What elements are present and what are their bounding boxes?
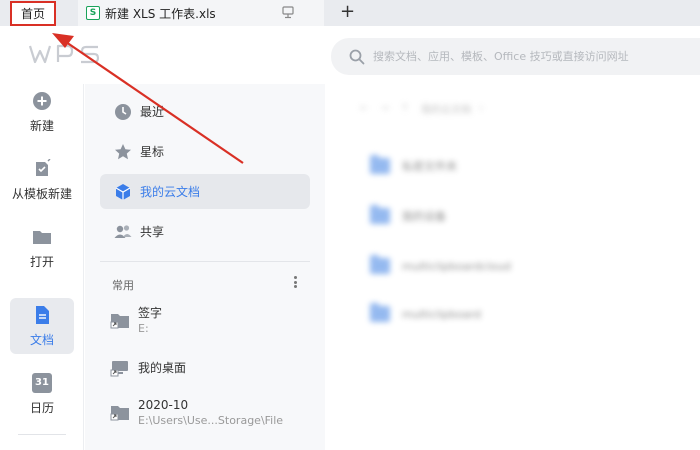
breadcrumb-current: 我的云文档	[421, 105, 472, 116]
folder-icon	[33, 230, 51, 244]
tab-bar: 首页 S 新建 XLS 工作表.xls +	[0, 0, 700, 26]
rail-calendar[interactable]: 31 日历	[10, 366, 74, 422]
favorite-folder-3[interactable]: 2020-10 E:\Users\Use...Storage\File	[110, 394, 310, 430]
rail-from-template[interactable]: 从模板新建	[10, 152, 74, 208]
favorite-name: 2020-10	[138, 397, 189, 412]
document-icon	[36, 305, 49, 324]
favorite-desktop[interactable]: 我的桌面	[110, 350, 310, 386]
calendar-icon: 31	[32, 372, 52, 393]
rail-open[interactable]: 打开	[10, 220, 74, 276]
folder-icon	[370, 155, 390, 174]
rail-new[interactable]: 新建	[10, 84, 74, 140]
breadcrumb: ← → ↑ 我的云文档 ›	[360, 103, 484, 116]
rail-documents[interactable]: 文档	[10, 298, 74, 354]
rail-open-label: 打开	[29, 254, 54, 269]
nav-panel: 最近 星标 我的云文档 共享 常用 签字 E: 我的桌面 2020-10 E:\…	[85, 84, 325, 450]
tab-home[interactable]: 首页	[10, 1, 56, 26]
desktop-shortcut-icon	[110, 361, 128, 377]
folder-icon	[370, 255, 390, 274]
nav-divider	[100, 261, 310, 262]
nav-recent-label: 最近	[140, 105, 165, 119]
list-item[interactable]: multiclipboard	[370, 302, 670, 326]
back-icon[interactable]: ←	[360, 103, 368, 114]
nav-starred[interactable]: 星标	[100, 134, 310, 169]
folder-icon	[370, 303, 390, 322]
rail-divider	[18, 434, 66, 435]
rail-calendar-label: 日历	[29, 400, 54, 415]
people-icon	[114, 224, 132, 238]
header	[0, 26, 700, 84]
folder-icon	[370, 205, 390, 224]
search-icon	[349, 49, 365, 64]
main-content: ← → ↑ 我的云文档 › 私密文件夹 我的设备 multiclipboardc…	[325, 84, 700, 450]
folder-shortcut-icon	[110, 406, 129, 421]
search-input[interactable]	[373, 50, 693, 63]
star-icon	[115, 143, 131, 159]
monitor-icon	[282, 6, 294, 19]
rail-documents-label: 文档	[29, 332, 54, 347]
favorite-path: E:\Users\Use...Storage\File	[138, 413, 284, 427]
plus-circle-icon	[33, 91, 51, 110]
nav-shared[interactable]: 共享	[100, 214, 310, 249]
nav-my-cloud-docs-label: 我的云文档	[140, 185, 201, 199]
add-tab-button[interactable]: +	[340, 2, 355, 22]
rail-from-template-label: 从模板新建	[11, 186, 72, 201]
list-item[interactable]: 我的设备	[370, 204, 670, 228]
clock-icon	[115, 103, 131, 120]
favorite-folder-1[interactable]: 签字 E:	[110, 302, 310, 338]
nav-shared-label: 共享	[140, 225, 165, 239]
section-frequent-label: 常用	[112, 279, 134, 292]
list-item[interactable]: multiclipboardcloud	[370, 254, 670, 278]
left-rail: 新建 从模板新建 打开 文档 31 日历	[0, 84, 84, 450]
favorite-name: 我的桌面	[138, 361, 187, 375]
rail-new-label: 新建	[29, 118, 54, 133]
tab-xls-file[interactable]: S 新建 XLS 工作表.xls	[78, 0, 324, 26]
tab-home-label: 首页	[20, 7, 45, 21]
forward-icon[interactable]: →	[380, 103, 388, 114]
folder-shortcut-icon	[110, 314, 129, 329]
tab-file-label: 新建 XLS 工作表.xls	[105, 6, 216, 21]
spreadsheet-icon: S	[86, 6, 100, 20]
nav-starred-label: 星标	[140, 145, 165, 159]
template-icon	[36, 158, 51, 176]
favorite-name: 签字	[138, 305, 163, 320]
wps-logo	[28, 44, 100, 64]
nav-recent[interactable]: 最近	[100, 94, 310, 129]
cloud-cube-icon	[115, 183, 131, 200]
list-item[interactable]: 私密文件夹	[370, 154, 670, 178]
nav-my-cloud-docs[interactable]: 我的云文档	[100, 174, 310, 209]
more-options-icon[interactable]	[290, 274, 300, 290]
search-box[interactable]	[331, 38, 700, 75]
up-icon[interactable]: ↑	[401, 103, 409, 114]
favorite-path: E:	[138, 321, 149, 335]
